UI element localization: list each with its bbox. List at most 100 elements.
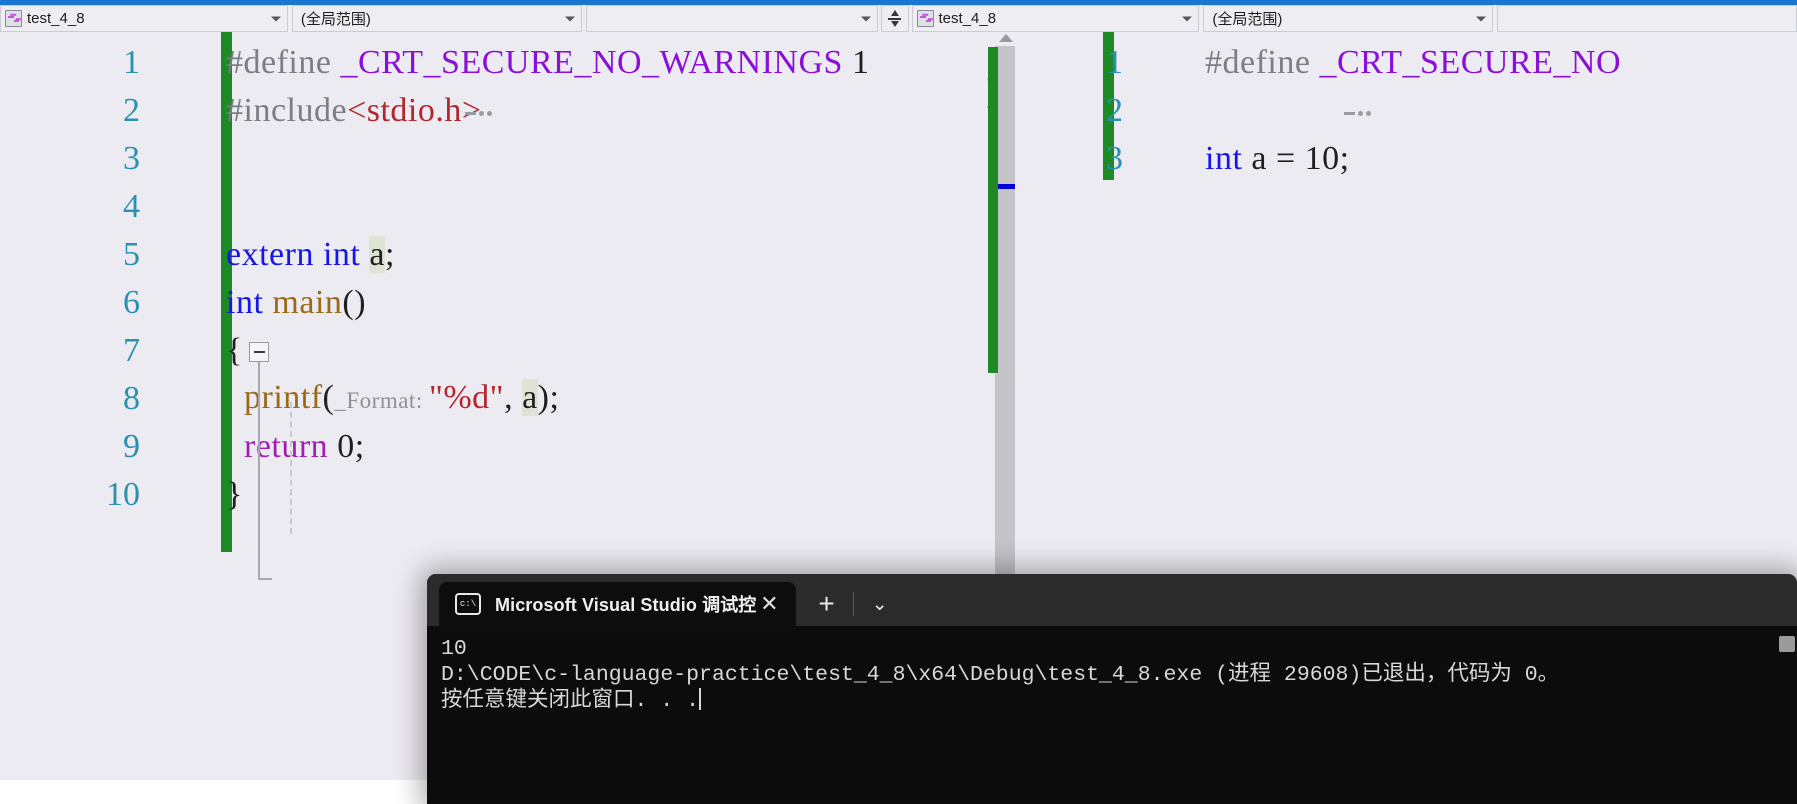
chevron-down-icon [860, 16, 871, 21]
editor-bottom-strip [0, 780, 427, 804]
intellisense-hint-dots[interactable] [465, 111, 492, 116]
code-text: extern int a; [226, 231, 395, 279]
collapse-region-button[interactable] [249, 342, 269, 362]
code-token: #include [226, 92, 348, 129]
code-token: ( [322, 378, 335, 416]
chevron-down-icon [564, 16, 575, 21]
line-number: 6 [123, 284, 140, 321]
code-token: int [226, 284, 273, 321]
indent-guide-line [290, 402, 292, 534]
code-text: int main() [226, 279, 366, 327]
code-line[interactable]: 2 [1019, 87, 1797, 135]
right-scope-combo[interactable]: (全局范围) [1203, 5, 1494, 32]
right-project-combo[interactable]: test_4_8 [911, 5, 1200, 32]
app-root: test_4_8 (全局范围) test_4_8 (全局范围) 1 #defin… [0, 0, 1797, 804]
code-token: a [522, 378, 538, 416]
code-token: a = 10; [1251, 140, 1350, 177]
left-scope-combo[interactable]: (全局范围) [291, 5, 582, 32]
code-token: a [369, 236, 385, 273]
debug-console-window[interactable]: c:\ Microsoft Visual Studio 调试控 ✕ + ⌄ 10… [427, 574, 1797, 804]
brace-guide-line [258, 362, 260, 580]
code-line[interactable]: 4 [0, 183, 1015, 231]
code-line[interactable]: 6 int main() [0, 279, 1015, 327]
line-number: 7 [123, 332, 140, 369]
line-number: 10 [106, 476, 140, 513]
code-text: #define _CRT_SECURE_NO [1205, 39, 1621, 87]
toolbar-divider [852, 592, 854, 616]
line-number: 1 [123, 44, 140, 81]
code-token: main [272, 284, 343, 321]
code-line[interactable]: 9 return 0; [0, 423, 1015, 471]
chevron-down-icon [1182, 16, 1193, 21]
code-text: } [226, 471, 243, 519]
line-number: 3 [1106, 140, 1123, 177]
code-text: printf(_Format: "%d", a); [226, 374, 559, 425]
left-member-combo[interactable] [585, 5, 878, 32]
right-member-combo[interactable] [1497, 5, 1797, 32]
code-token: "%d" [428, 378, 505, 416]
code-token: _CRT_SECURE_NO [1319, 44, 1621, 81]
line-number: 1 [1106, 44, 1123, 81]
split-window-button[interactable] [880, 5, 909, 32]
line-number: 2 [1106, 92, 1123, 129]
brace-guide-foot [258, 578, 272, 580]
code-line[interactable]: 3 int a = 10; [1019, 135, 1797, 183]
line-number: 4 [123, 188, 140, 225]
code-text: #include<stdio.h> [226, 87, 482, 135]
code-token: return [226, 428, 329, 465]
terminal-tab-title: Microsoft Visual Studio 调试控 [495, 595, 757, 615]
terminal-scrollbar-thumb[interactable] [1779, 636, 1795, 652]
right-scope-combo-value: (全局范围) [1212, 11, 1283, 28]
code-token: <stdio.h> [347, 92, 482, 129]
line-number: 8 [123, 380, 140, 417]
left-scope-combo-value: (全局范围) [300, 11, 371, 28]
code-line[interactable]: 10} [0, 471, 1015, 519]
split-window-icon [888, 9, 901, 28]
chevron-down-icon [270, 16, 281, 21]
left-scrollbar-change-bar [988, 47, 998, 373]
left-project-combo[interactable]: test_4_8 [0, 5, 288, 32]
code-token: extern int [226, 236, 370, 273]
terminal-tab[interactable]: c:\ Microsoft Visual Studio 调试控 ✕ [439, 582, 797, 626]
terminal-line-1: D:\CODE\c-language-practice\test_4_8\x64… [441, 663, 1560, 687]
code-token: ); [537, 378, 560, 416]
intellisense-hint-dots[interactable] [1344, 111, 1371, 116]
code-token: () [342, 284, 367, 321]
terminal-cursor [699, 688, 702, 710]
code-line[interactable]: 7{ [0, 327, 1015, 375]
console-icon: c:\ [455, 593, 481, 615]
scrollbar-thumb[interactable] [995, 46, 1017, 586]
terminal-output[interactable]: 10 D:\CODE\c-language-practice\test_4_8\… [427, 626, 1797, 804]
terminal-title-bar[interactable]: c:\ Microsoft Visual Studio 调试控 ✕ + ⌄ [427, 574, 1797, 626]
code-text: int a = 10; [1205, 135, 1350, 183]
line-number: 3 [123, 140, 140, 177]
code-line[interactable]: 2 #include<stdio.h> [0, 87, 1015, 135]
code-token: _CRT_SECURE_NO_WARNINGS [340, 44, 852, 81]
line-number: 2 [123, 92, 140, 129]
code-line[interactable]: 5 extern int a; [0, 231, 1015, 279]
code-token: #define [1205, 44, 1320, 81]
right-project-combo-value: test_4_8 [938, 10, 997, 27]
code-token: printf [226, 378, 323, 416]
cpp-file-icon [916, 10, 934, 27]
code-text: #define _CRT_SECURE_NO_WARNINGS 1 [226, 39, 869, 87]
code-line[interactable]: 3 [0, 135, 1015, 183]
code-token: #define [226, 44, 341, 81]
code-line[interactable]: 8 printf(_Format: "%d", a); [0, 375, 1015, 423]
code-token: ; [384, 236, 395, 273]
terminal-line-0: 10 [441, 637, 467, 661]
code-token: 0; [328, 428, 365, 465]
left-project-combo-value: test_4_8 [27, 10, 85, 27]
code-text: return 0; [226, 423, 365, 471]
code-text: { [226, 327, 243, 375]
scroll-up-arrow-icon[interactable] [999, 34, 1013, 42]
code-line[interactable]: 1 #define _CRT_SECURE_NO [1019, 39, 1797, 87]
cpp-file-icon [5, 10, 22, 27]
close-icon[interactable]: ✕ [756, 591, 782, 617]
new-tab-button[interactable]: + [818, 590, 834, 626]
code-token: } [226, 476, 243, 513]
minus-icon [253, 351, 265, 353]
code-line[interactable]: 1 #define _CRT_SECURE_NO_WARNINGS 1 [0, 39, 1015, 87]
chevron-down-icon[interactable]: ⌄ [872, 593, 888, 626]
navigation-bar: test_4_8 (全局范围) test_4_8 (全局范围) [0, 5, 1797, 32]
